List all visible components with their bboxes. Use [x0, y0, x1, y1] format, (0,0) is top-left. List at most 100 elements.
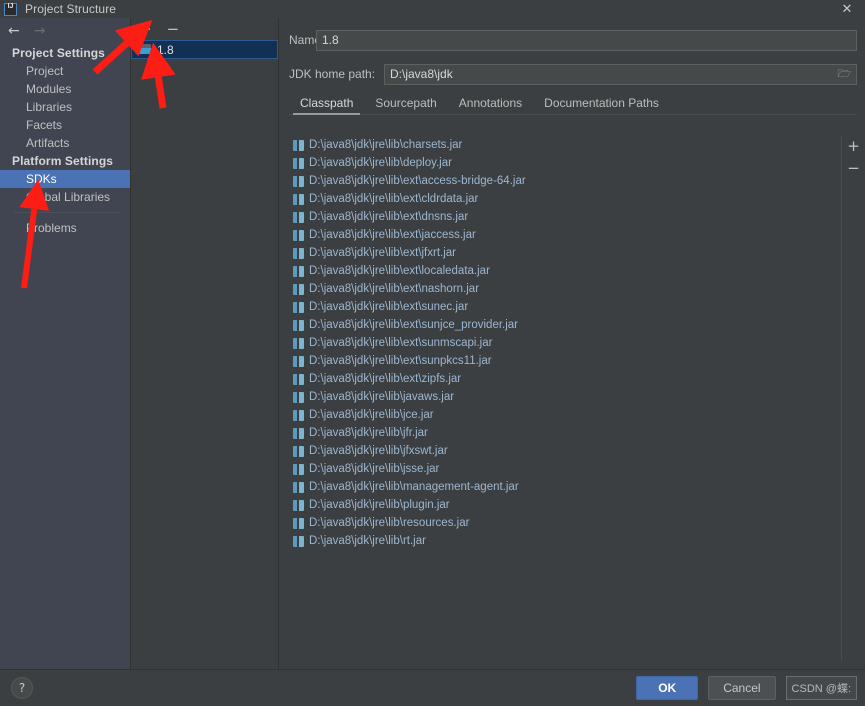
- classpath-row[interactable]: D:\java8\jdk\jre\lib\ext\sunjce_provider…: [289, 316, 841, 334]
- jar-icon: [293, 445, 304, 457]
- sidebar-item-problems[interactable]: Problems: [0, 219, 130, 237]
- sidebar-nav-arrows: ← →: [0, 18, 130, 44]
- jar-icon: [293, 463, 304, 475]
- sdk-tree: 1.8: [131, 40, 278, 59]
- jdk-home-path-input[interactable]: D:\java8\jdk 🗁: [384, 63, 857, 85]
- jar-icon: [293, 391, 304, 403]
- help-button[interactable]: ?: [11, 677, 33, 699]
- classpath-row-label: D:\java8\jdk\jre\lib\ext\jfxrt.jar: [309, 247, 456, 259]
- sidebar-item-artifacts[interactable]: Artifacts: [0, 134, 130, 152]
- name-field-label: Name:: [289, 33, 325, 47]
- classpath-row[interactable]: D:\java8\jdk\jre\lib\charsets.jar: [289, 136, 841, 154]
- tab-documentation-paths[interactable]: Documentation Paths: [533, 96, 670, 114]
- tab-annotations[interactable]: Annotations: [448, 96, 533, 114]
- jar-icon: [293, 481, 304, 493]
- sidebar-group-header: Platform Settings: [12, 154, 114, 168]
- classpath-row[interactable]: D:\java8\jdk\jre\lib\ext\localedata.jar: [289, 262, 841, 280]
- classpath-row[interactable]: D:\java8\jdk\jre\lib\resources.jar: [289, 514, 841, 532]
- jar-icon: [293, 337, 304, 349]
- classpath-toolbar: + −: [841, 136, 865, 660]
- sidebar-item-global-libraries[interactable]: Global Libraries: [0, 188, 130, 206]
- window-title: Project Structure: [25, 2, 117, 16]
- sdk-list-toolbar: + −: [131, 18, 278, 40]
- sidebar-item-facets[interactable]: Facets: [0, 116, 130, 134]
- classpath-row-label: D:\java8\jdk\jre\lib\ext\sunjce_provider…: [309, 319, 519, 331]
- classpath-row-label: D:\java8\jdk\jre\lib\ext\localedata.jar: [309, 265, 490, 277]
- classpath-row[interactable]: D:\java8\jdk\jre\lib\javaws.jar: [289, 388, 841, 406]
- classpath-row[interactable]: D:\java8\jdk\jre\lib\ext\zipfs.jar: [289, 370, 841, 388]
- sidebar-item-project[interactable]: Project: [0, 62, 130, 80]
- classpath-row-label: D:\java8\jdk\jre\lib\jfr.jar: [309, 427, 428, 439]
- close-icon[interactable]: ✕: [829, 0, 865, 18]
- add-sdk-button[interactable]: +: [139, 21, 152, 37]
- cancel-button[interactable]: Cancel: [708, 676, 776, 700]
- forward-arrow-icon[interactable]: →: [34, 24, 46, 38]
- classpath-row[interactable]: D:\java8\jdk\jre\lib\ext\sunmscapi.jar: [289, 334, 841, 352]
- classpath-row[interactable]: D:\java8\jdk\jre\lib\deploy.jar: [289, 154, 841, 172]
- classpath-row-label: D:\java8\jdk\jre\lib\ext\dnsns.jar: [309, 211, 469, 223]
- classpath-row[interactable]: D:\java8\jdk\jre\lib\ext\jfxrt.jar: [289, 244, 841, 262]
- classpath-row-label: D:\java8\jdk\jre\lib\deploy.jar: [309, 157, 452, 169]
- classpath-row[interactable]: D:\java8\jdk\jre\lib\ext\cldrdata.jar: [289, 190, 841, 208]
- classpath-row[interactable]: D:\java8\jdk\jre\lib\ext\nashorn.jar: [289, 280, 841, 298]
- sidebar-footer-list: Problems: [0, 219, 130, 237]
- jar-icon: [293, 355, 304, 367]
- classpath-row[interactable]: D:\java8\jdk\jre\lib\jfxswt.jar: [289, 442, 841, 460]
- classpath-row-label: D:\java8\jdk\jre\lib\ext\zipfs.jar: [309, 373, 462, 385]
- detail-tab-bar: Classpath Sourcepath Annotations Documentat…: [289, 93, 857, 115]
- jar-icon: [293, 229, 304, 241]
- classpath-row-label: D:\java8\jdk\jre\lib\ext\access-bridge-6…: [309, 175, 526, 187]
- jdk-home-path-row: JDK home path: D:\java8\jdk 🗁: [289, 63, 857, 85]
- classpath-row-label: D:\java8\jdk\jre\lib\rt.jar: [309, 535, 426, 547]
- classpath-row[interactable]: D:\java8\jdk\jre\lib\ext\sunpkcs11.jar: [289, 352, 841, 370]
- classpath-list-container: D:\java8\jdk\jre\lib\charsets.jar D:\java…: [289, 136, 841, 660]
- sidebar-divider: [14, 212, 120, 213]
- csdn-watermark: CSDN @蝶:: [785, 676, 857, 700]
- classpath-row-label: D:\java8\jdk\jre\lib\ext\nashorn.jar: [309, 283, 480, 295]
- tab-sourcepath[interactable]: Sourcepath: [364, 96, 447, 114]
- classpath-row[interactable]: D:\java8\jdk\jre\lib\jfr.jar: [289, 424, 841, 442]
- classpath-row[interactable]: D:\java8\jdk\jre\lib\ext\jaccess.jar: [289, 226, 841, 244]
- classpath-row-label: D:\java8\jdk\jre\lib\ext\sunec.jar: [309, 301, 469, 313]
- back-arrow-icon[interactable]: ←: [8, 24, 20, 38]
- sdk-tree-item[interactable]: 1.8: [131, 40, 278, 59]
- classpath-row-label: D:\java8\jdk\jre\lib\ext\sunpkcs11.jar: [309, 355, 492, 367]
- dialog-footer: ? OK Cancel CSDN @蝶:: [0, 669, 865, 706]
- name-input-value: 1.8: [322, 33, 339, 47]
- classpath-row-label: D:\java8\jdk\jre\lib\ext\jaccess.jar: [309, 229, 476, 241]
- classpath-row-label: D:\java8\jdk\jre\lib\ext\sunmscapi.jar: [309, 337, 493, 349]
- jar-icon: [293, 499, 304, 511]
- jar-icon: [293, 535, 304, 547]
- classpath-row[interactable]: D:\java8\jdk\jre\lib\management-agent.ja…: [289, 478, 841, 496]
- dialog-body: ← → Project Settings Project Modules Librar…: [0, 18, 865, 669]
- jar-icon: [293, 265, 304, 277]
- sidebar-group-header: Project Settings: [12, 46, 105, 60]
- classpath-row-label: D:\java8\jdk\jre\lib\jfxswt.jar: [309, 445, 448, 457]
- classpath-row-label: D:\java8\jdk\jre\lib\jce.jar: [309, 409, 434, 421]
- classpath-row[interactable]: D:\java8\jdk\jre\lib\ext\dnsns.jar: [289, 208, 841, 226]
- name-field-row: Name: 1.8: [289, 29, 857, 51]
- classpath-row[interactable]: D:\java8\jdk\jre\lib\ext\access-bridge-6…: [289, 172, 841, 190]
- classpath-list[interactable]: D:\java8\jdk\jre\lib\charsets.jar D:\java…: [289, 136, 841, 660]
- jar-icon: [293, 301, 304, 313]
- classpath-row[interactable]: D:\java8\jdk\jre\lib\jce.jar: [289, 406, 841, 424]
- sidebar-item-modules[interactable]: Modules: [0, 80, 130, 98]
- classpath-row[interactable]: D:\java8\jdk\jre\lib\rt.jar: [289, 532, 841, 550]
- add-classpath-button[interactable]: +: [847, 139, 860, 154]
- classpath-row[interactable]: D:\java8\jdk\jre\lib\ext\sunec.jar: [289, 298, 841, 316]
- jar-icon: [293, 175, 304, 187]
- folder-browse-icon[interactable]: 🗁: [837, 65, 851, 84]
- settings-sidebar: ← → Project Settings Project Modules Librar…: [0, 18, 131, 669]
- title-bar: Project Structure ✕: [0, 0, 865, 18]
- jar-icon: [293, 319, 304, 331]
- classpath-row[interactable]: D:\java8\jdk\jre\lib\plugin.jar: [289, 496, 841, 514]
- ok-button[interactable]: OK: [636, 676, 699, 700]
- remove-classpath-button[interactable]: −: [847, 161, 860, 176]
- remove-sdk-button[interactable]: −: [167, 21, 180, 37]
- sidebar-item-libraries[interactable]: Libraries: [0, 98, 130, 116]
- jar-icon: [293, 211, 304, 223]
- tab-classpath[interactable]: Classpath: [289, 96, 364, 115]
- name-input[interactable]: 1.8: [316, 29, 857, 51]
- sidebar-item-sdks[interactable]: SDKs: [0, 170, 130, 188]
- classpath-row[interactable]: D:\java8\jdk\jre\lib\jsse.jar: [289, 460, 841, 478]
